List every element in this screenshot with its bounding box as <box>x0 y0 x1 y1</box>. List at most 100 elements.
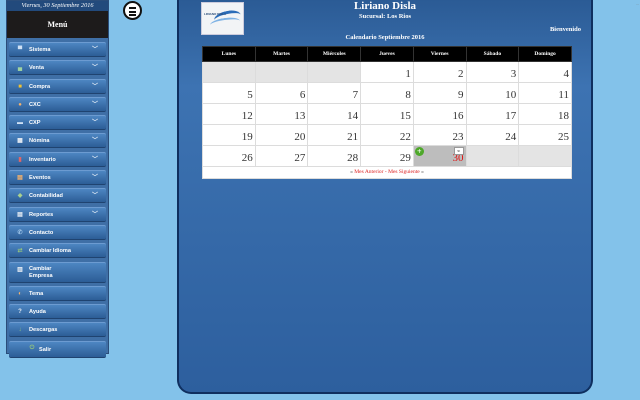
sidebar-item-reportes[interactable]: ▤ Reportes ﹀ <box>9 206 106 222</box>
day-cell[interactable]: 28 <box>307 145 362 167</box>
hamburger-menu-icon[interactable] <box>123 1 142 20</box>
sidebar-menu: ▀ Sistema ﹀ ▄ Venta ﹀ ■ Compra ﹀ ● CXC ﹀ ▬ CXP ﹀ ▦ Nómin… <box>7 38 108 358</box>
day-cell[interactable]: 16 <box>412 103 467 125</box>
sidebar: Viernes, 30 Septiembre 2016 Menú ▀ Sistem… <box>6 0 109 358</box>
day-cell[interactable]: 22 <box>360 124 414 146</box>
weekday-header: Miércoles <box>307 46 362 62</box>
chevron-down-icon: ﹀ <box>91 101 98 108</box>
sidebar-item-label: Compra <box>29 83 51 90</box>
weekday-header: Lunes <box>202 46 256 62</box>
sidebar-item-descargas[interactable]: ↓ Descargas <box>9 322 106 338</box>
day-number: 16 <box>452 110 464 122</box>
theme-icon: ◐ <box>18 290 22 297</box>
sidebar-item-contacto[interactable]: ✆ Contacto <box>9 224 106 240</box>
day-cell[interactable]: 14 <box>307 103 362 125</box>
day-number: 4 <box>563 68 570 80</box>
sidebar-item-cxp[interactable]: ▬ CXP ﹀ <box>9 115 106 131</box>
day-cell[interactable]: 18 <box>518 103 572 125</box>
chevron-down-icon: ﹀ <box>91 138 98 145</box>
calendar-icon[interactable]: 30 <box>453 147 464 155</box>
sidebar-item-cxc[interactable]: ● CXC ﹀ <box>9 96 106 112</box>
calendar-week-row: 12 13 14 15 16 17 18 <box>202 103 572 125</box>
sidebar-item-ayuda[interactable]: ? Ayuda <box>9 304 106 320</box>
sidebar-item-label: Cambiar Idioma <box>29 248 71 255</box>
calendar-table: Lunes Martes Miércoles Jueves Viernes Sábado D… <box>202 46 572 179</box>
day-cell[interactable]: 19 <box>202 124 256 146</box>
day-cell[interactable]: 17 <box>465 103 520 125</box>
day-cell[interactable]: 13 <box>254 103 309 125</box>
chevron-down-icon: ﹀ <box>91 83 98 90</box>
day-cell[interactable]: 27 <box>254 145 309 167</box>
chevron-down-icon: ﹀ <box>91 211 98 218</box>
sidebar-item-label: Sistema <box>29 47 51 53</box>
prev-month-link[interactable]: Mes Anterior <box>354 169 383 175</box>
calendar-week-row: 5 6 7 8 9 10 11 <box>202 82 572 104</box>
sidebar-item-contabilidad[interactable]: ◆ Contabilidad ﹀ <box>9 188 106 204</box>
branch-name: Sucursal: Los Rios <box>358 13 411 20</box>
day-cell[interactable]: 4 <box>518 61 572 83</box>
day-cell[interactable]: 29 <box>360 145 414 167</box>
day-cell[interactable]: 12 <box>202 103 256 125</box>
people-icon: ● <box>18 101 22 108</box>
day-cell[interactable]: 2 <box>412 61 467 83</box>
sidebar-item-label: Descargas <box>29 327 58 334</box>
sidebar-item-tema[interactable]: ◐ Tema <box>9 285 106 301</box>
day-cell[interactable]: 5 <box>202 82 256 104</box>
sidebar-item-venta[interactable]: ▄ Venta ﹀ <box>9 60 106 76</box>
day-number: 2 <box>458 68 464 80</box>
chevron-down-icon: ﹀ <box>91 120 98 127</box>
add-event-icon[interactable]: + <box>414 147 424 156</box>
sidebar-item-nomina[interactable]: ▦ Nómina ﹀ <box>9 133 106 149</box>
day-number: 6 <box>299 89 306 101</box>
day-number: 7 <box>352 89 359 101</box>
day-cell[interactable]: 9 <box>412 82 467 104</box>
chevron-down-icon: ﹀ <box>91 175 98 182</box>
day-number: 21 <box>347 131 359 143</box>
day-cell[interactable]: 1 <box>360 61 414 83</box>
sidebar-item-label: Tema <box>29 290 44 297</box>
sidebar-item-inventario[interactable]: ▮ Inventario ﹀ <box>9 151 106 167</box>
day-number: 20 <box>294 131 306 143</box>
day-number: 17 <box>505 110 517 122</box>
day-cell[interactable]: 21 <box>307 124 362 146</box>
day-cell[interactable]: 11 <box>518 82 572 104</box>
day-cell[interactable]: 10 <box>465 82 520 104</box>
sidebar-item-label: CXC <box>29 101 41 108</box>
sidebar-item-compra[interactable]: ■ Compra ﹀ <box>9 78 106 94</box>
sidebar-item-salir[interactable]: ⏻ Salir <box>9 340 106 358</box>
sidebar-item-sistema[interactable]: ▀ Sistema ﹀ <box>9 42 106 57</box>
day-cell[interactable]: 6 <box>254 82 309 104</box>
chevron-down-icon: ﹀ <box>91 193 98 200</box>
day-cell[interactable]: 26 <box>202 145 256 167</box>
day-number: 23 <box>452 131 464 143</box>
sidebar-item-label: Venta <box>29 65 44 72</box>
welcome-text: Bienvenido <box>549 26 581 33</box>
main-panel: LIRIANO DISLA Liriano Disla Sucursal: Lo… <box>177 0 593 394</box>
day-cell[interactable]: 3 <box>465 61 520 83</box>
day-cell[interactable]: 25 <box>518 124 572 146</box>
empty-day-cell <box>465 145 520 167</box>
download-icon: ↓ <box>18 327 22 334</box>
monitor-icon: ▀ <box>17 47 23 53</box>
day-cell[interactable]: 24 <box>465 124 520 146</box>
month-navigation: « Mes Anterior - Mes Siguiente » <box>202 166 572 179</box>
day-number: 11 <box>558 89 569 101</box>
day-cell[interactable]: 7 <box>307 82 362 104</box>
nav-suffix: » <box>421 169 424 175</box>
company-name: Liriano Disla <box>353 0 417 12</box>
day-number: 27 <box>294 152 306 164</box>
day-cell[interactable]: 15 <box>360 103 414 125</box>
empty-day-cell <box>307 61 362 83</box>
day-number: 24 <box>505 131 517 143</box>
next-month-link[interactable]: Mes Siguiente <box>388 169 420 175</box>
sidebar-item-label: Nómina <box>29 138 50 145</box>
nav-prefix: « <box>350 169 353 175</box>
day-cell[interactable]: 8 <box>360 82 414 104</box>
sidebar-item-label: Ayuda <box>29 309 46 316</box>
day-cell[interactable]: 20 <box>254 124 309 146</box>
sidebar-item-eventos[interactable]: ▤ Eventos ﹀ <box>9 170 106 186</box>
day-cell[interactable]: 23 <box>412 124 467 146</box>
day-cell[interactable]: +30 30 <box>412 145 467 167</box>
sidebar-item-cambiar-empresa[interactable]: ▥ Cambiar Empresa <box>9 261 106 283</box>
sidebar-item-cambiar-idioma[interactable]: ⇄ Cambiar Idioma <box>9 243 106 259</box>
